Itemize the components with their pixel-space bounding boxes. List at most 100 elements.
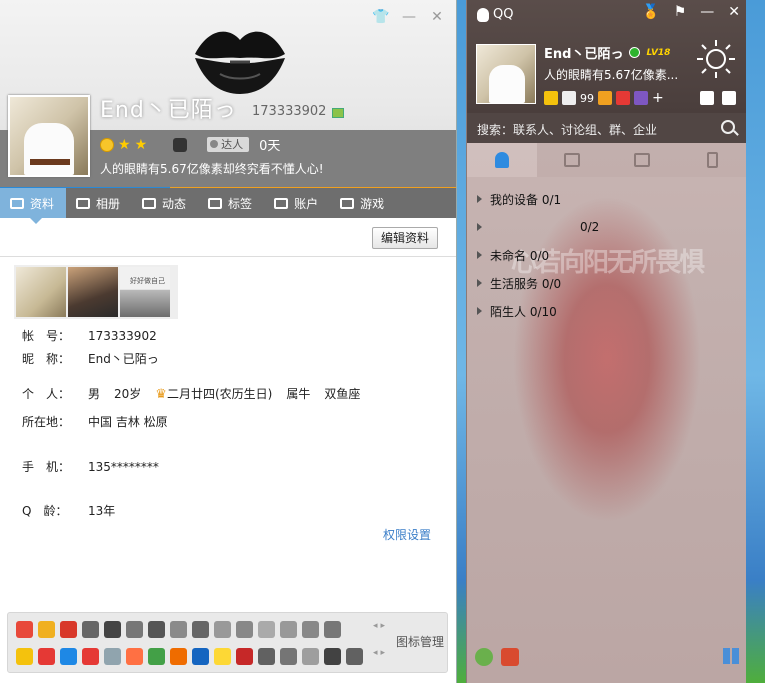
camera-icon[interactable] <box>60 648 77 665</box>
diamond-icon[interactable] <box>324 621 341 638</box>
chevron-right-icon <box>477 307 482 315</box>
close-icon[interactable]: ✕ <box>428 8 446 26</box>
skin-icon[interactable]: 👕 <box>372 8 390 26</box>
search-input[interactable]: 搜索：联系人、讨论组、群、企业 <box>477 121 657 138</box>
pet-icon[interactable] <box>148 648 165 665</box>
lottery-icon[interactable] <box>236 648 253 665</box>
star-level-icon[interactable]: ★ <box>135 138 148 152</box>
icon-manager-link[interactable]: 图标管理 <box>396 633 444 650</box>
film-icon[interactable] <box>324 648 341 665</box>
tab-recent[interactable] <box>607 143 677 177</box>
group-life-services[interactable]: 生活服务 0/0 <box>477 269 599 297</box>
sparkle-icon[interactable] <box>214 648 231 665</box>
diamond-icon[interactable] <box>170 621 187 638</box>
avatar[interactable] <box>476 44 536 104</box>
tab-contacts[interactable] <box>467 143 537 177</box>
diamond-icon[interactable] <box>258 621 275 638</box>
group-strangers[interactable]: 陌生人 0/10 <box>477 297 599 325</box>
tab-info[interactable]: 资料 <box>0 188 67 218</box>
tab-tags[interactable]: 标签 <box>198 188 264 218</box>
level-badge[interactable]: LV18 <box>646 48 670 58</box>
minimize-icon[interactable]: — <box>400 8 418 26</box>
vip-icon[interactable] <box>38 621 55 638</box>
tab-account[interactable]: 账户 <box>264 188 330 218</box>
user-signature[interactable]: 人的眼睛有5.67亿像素... <box>544 66 678 83</box>
tab-groups[interactable] <box>537 143 607 177</box>
diamond-icon[interactable] <box>280 621 297 638</box>
game-icon[interactable] <box>82 648 99 665</box>
medal-icon[interactable]: 🏅 <box>642 4 659 20</box>
edit-profile-button[interactable]: 编辑资料 <box>371 227 438 249</box>
tab-games[interactable]: 游戏 <box>330 188 396 218</box>
diamond-icon[interactable] <box>126 621 143 638</box>
cube-icon[interactable] <box>258 648 275 665</box>
qzone-icon[interactable] <box>475 648 493 666</box>
search-bar[interactable]: 搜索：联系人、讨论组、群、企业 <box>467 113 746 143</box>
app-grid-icon[interactable] <box>723 648 739 664</box>
phone-icon[interactable] <box>192 648 209 665</box>
group-my-devices[interactable]: 我的设备 0/1 <box>477 185 599 213</box>
avatar[interactable] <box>8 95 90 177</box>
sun-level-icon[interactable] <box>100 137 114 152</box>
wallet-icon[interactable] <box>598 91 612 105</box>
add-icon[interactable]: + <box>652 90 664 106</box>
chevron-right-icon[interactable]: ▸ <box>381 648 386 658</box>
search-icon[interactable] <box>721 120 735 134</box>
row-pager[interactable]: ◂ ▸ <box>373 648 385 658</box>
bird-icon[interactable] <box>302 621 319 638</box>
shirt-icon[interactable]: ⚑ <box>674 4 687 20</box>
monkey-icon[interactable] <box>170 648 187 665</box>
chevron-right-icon[interactable]: ▸ <box>381 621 386 631</box>
user-name[interactable]: End丶已陌っ <box>544 43 623 62</box>
star-icon[interactable] <box>544 91 558 105</box>
tab-devices[interactable] <box>677 143 746 177</box>
app-icon[interactable] <box>634 91 648 105</box>
tools-icon[interactable] <box>616 91 630 105</box>
photo-thumbnail[interactable]: 好好做自己 <box>120 267 170 317</box>
svip-icon[interactable] <box>60 621 77 638</box>
age-value: 20岁 <box>114 387 142 401</box>
app-icon[interactable] <box>38 648 55 665</box>
mail-icon[interactable] <box>104 648 121 665</box>
heart-icon[interactable] <box>16 621 33 638</box>
quick-service-icons: 99 + <box>544 90 664 106</box>
minimize-icon[interactable]: — <box>700 4 714 20</box>
qq-title: QQ <box>477 7 513 22</box>
talent-badge[interactable]: 达人 <box>207 137 250 152</box>
tab-feed[interactable]: 动态 <box>132 188 198 218</box>
close-icon[interactable]: ✕ <box>728 4 740 20</box>
row-pager[interactable]: ◂ ▸ <box>373 621 385 631</box>
music-icon[interactable] <box>126 648 143 665</box>
online-status-icon[interactable] <box>629 47 641 58</box>
shirt-icon[interactable] <box>700 91 714 105</box>
grid-icon[interactable] <box>722 91 736 105</box>
penguin-icon[interactable] <box>173 137 188 152</box>
robot-icon[interactable] <box>192 621 209 638</box>
id-card-icon[interactable] <box>332 108 344 118</box>
photo-thumbnail[interactable] <box>68 267 118 317</box>
game-icon[interactable] <box>501 648 519 666</box>
star-level-icon[interactable]: ★ <box>118 138 131 152</box>
photo-thumbnail[interactable] <box>16 267 66 317</box>
mail-icon[interactable] <box>562 91 576 105</box>
shield-icon[interactable] <box>280 648 297 665</box>
disc-icon[interactable] <box>346 648 363 665</box>
clock-icon[interactable] <box>302 648 319 665</box>
chevron-left-icon[interactable]: ◂ <box>373 648 378 658</box>
bag-icon[interactable] <box>148 621 165 638</box>
group-friends[interactable]: 0/2 <box>477 213 599 241</box>
star-icon[interactable] <box>16 648 33 665</box>
diamond-icon[interactable] <box>214 621 231 638</box>
chevron-left-icon[interactable]: ◂ <box>373 621 378 631</box>
diamond-icon[interactable] <box>236 621 253 638</box>
location-value: 中国 吉林 松原 <box>88 415 168 429</box>
permissions-link[interactable]: 权限设置 <box>383 526 431 543</box>
chat-icon <box>634 153 650 167</box>
tab-album[interactable]: 相册 <box>66 188 132 218</box>
weather-sunny-icon[interactable] <box>695 38 737 80</box>
penguin-icon[interactable] <box>104 621 121 638</box>
contact-tabs <box>467 143 746 177</box>
profile-card-icon <box>10 197 24 209</box>
group-unnamed[interactable]: 未命名 0/0 <box>477 241 599 269</box>
heart-outline-icon[interactable] <box>82 621 99 638</box>
